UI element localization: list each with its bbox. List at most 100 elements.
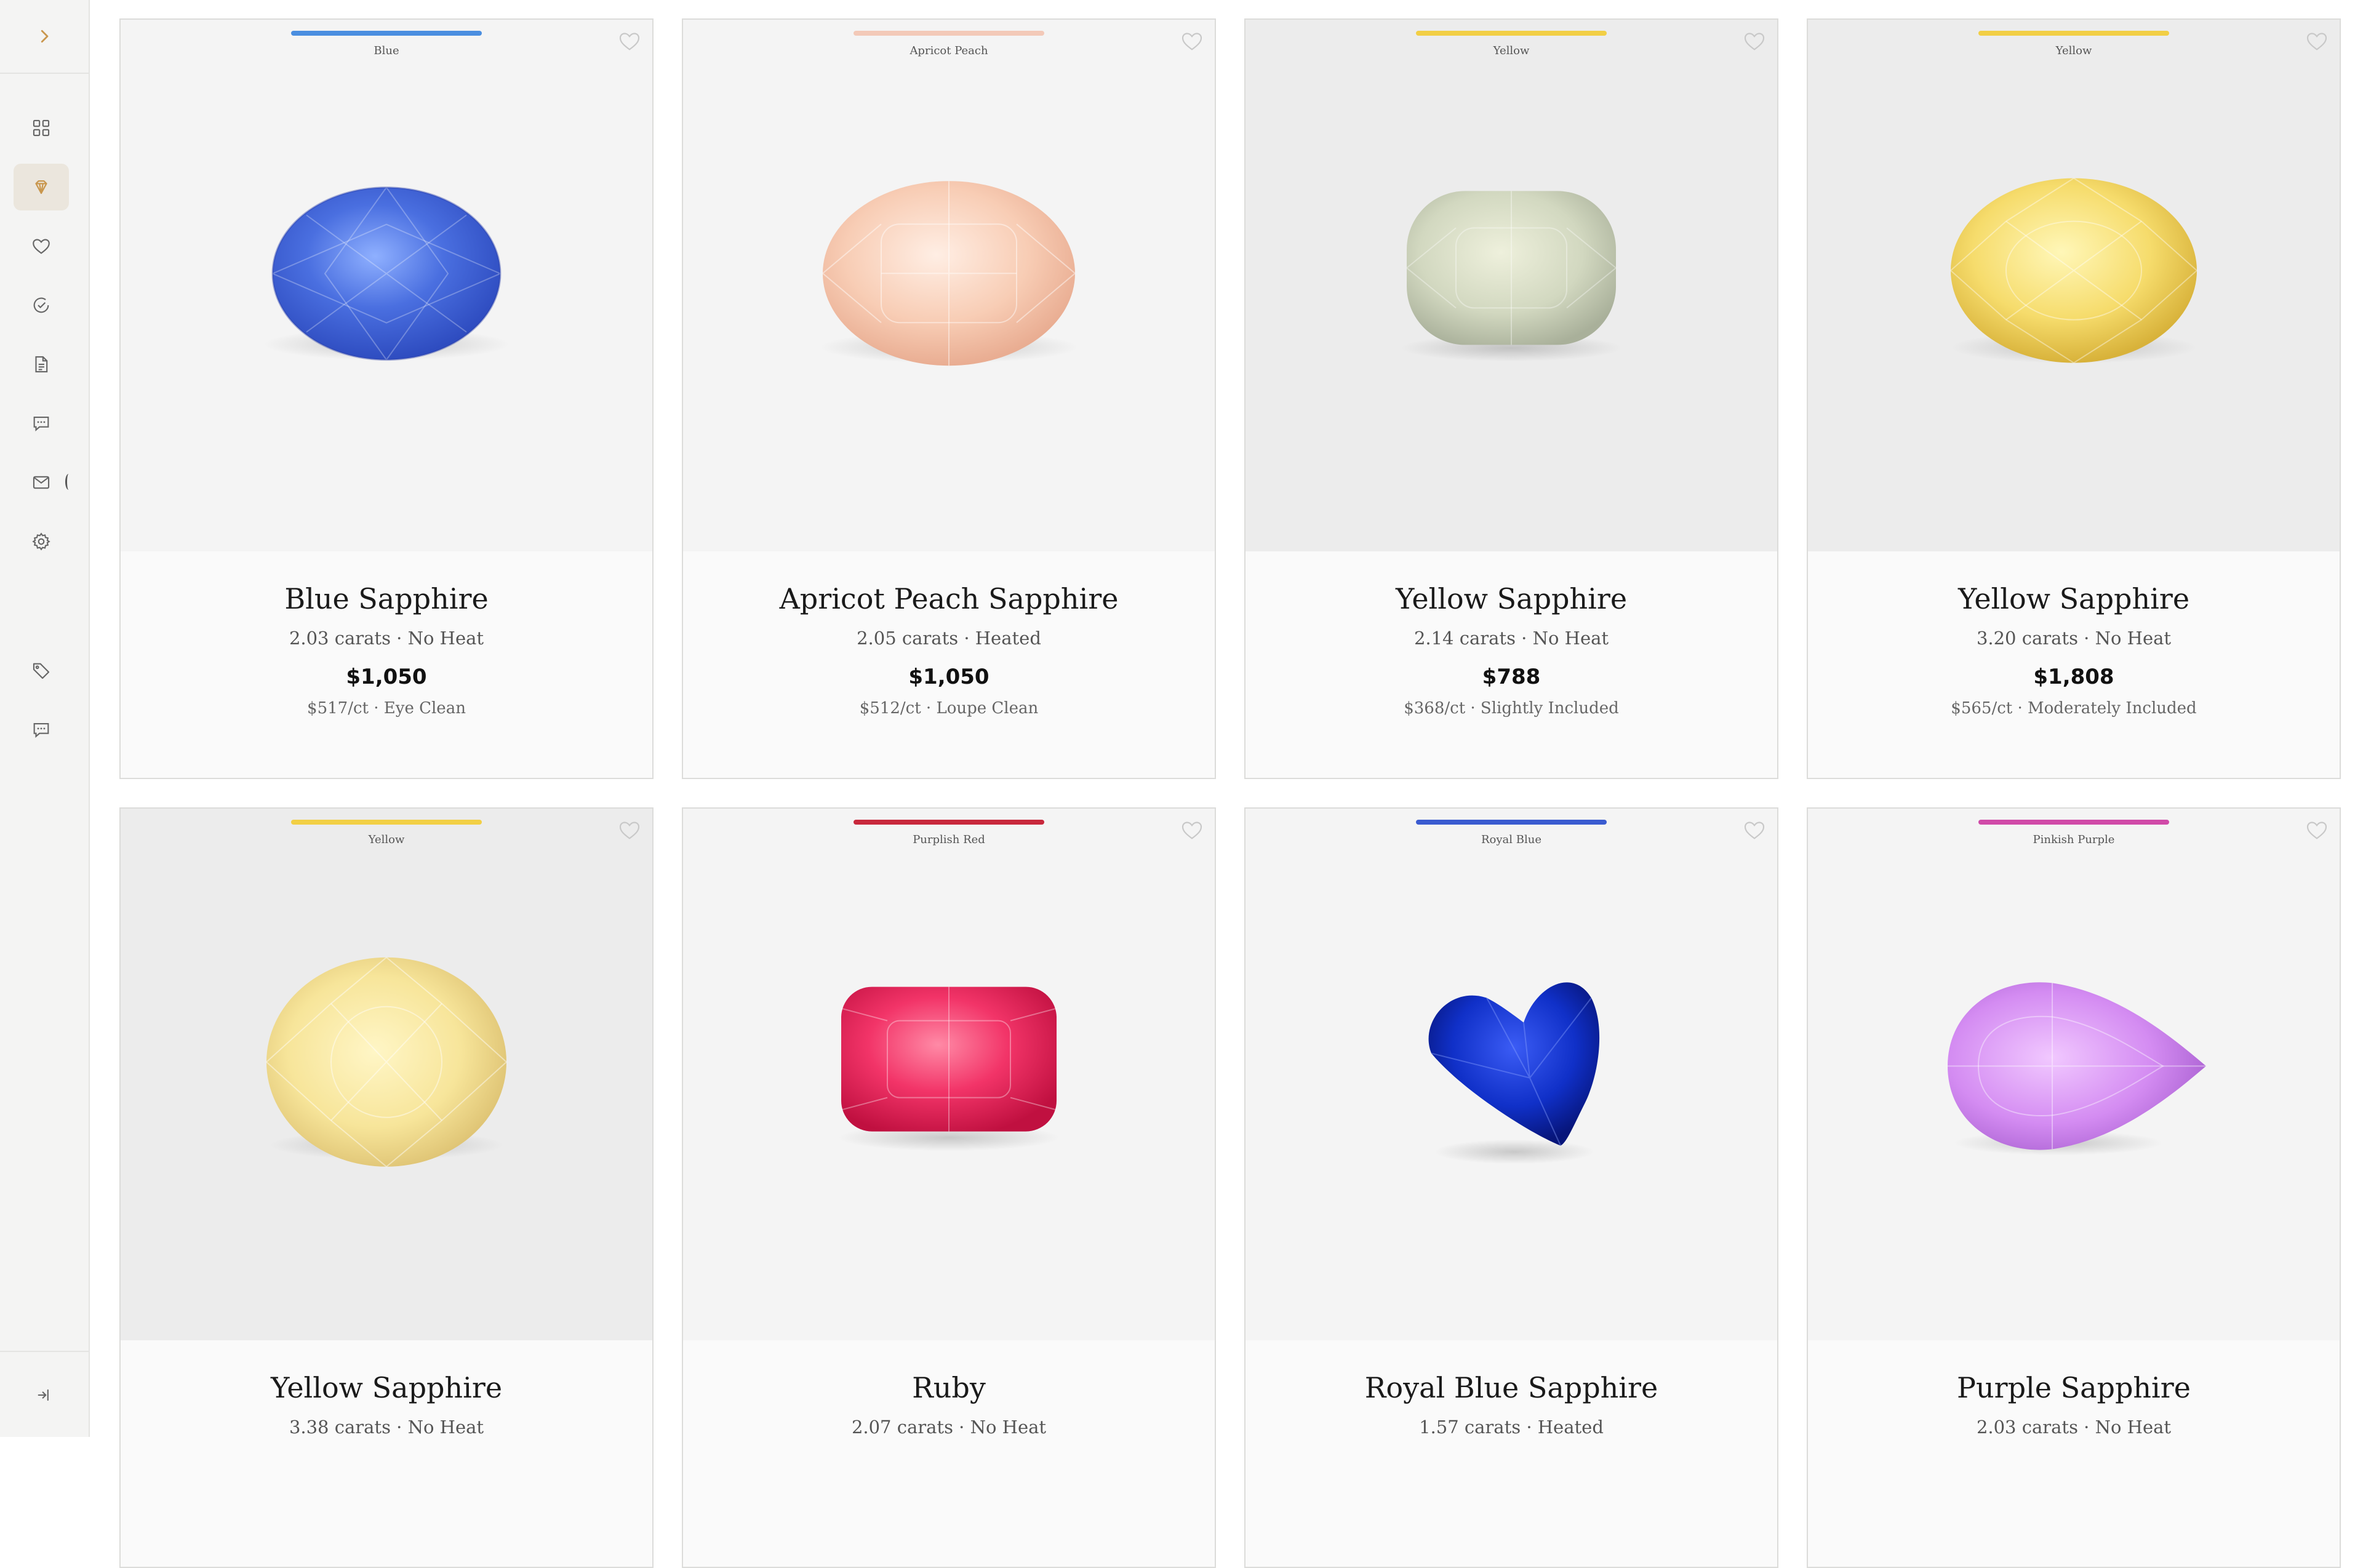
- favorite-button[interactable]: [617, 817, 642, 843]
- gem-info: Blue Sapphire 2.03 carats · No Heat $1,0…: [121, 551, 652, 778]
- chevron-right-icon: [41, 30, 49, 43]
- color-label: Royal Blue: [1481, 833, 1541, 846]
- sidebar-expand-button[interactable]: [0, 0, 89, 74]
- gem-price: $1,050: [908, 665, 990, 689]
- gem-image: [838, 986, 1060, 1151]
- gem-price: $1,808: [2033, 665, 2114, 689]
- heart-icon: [1744, 822, 1765, 839]
- heart-icon: [1182, 33, 1202, 50]
- sidebar-item-gems[interactable]: [14, 164, 69, 210]
- gem-info: Yellow Sapphire 3.38 carats · No Heat: [121, 1340, 652, 1567]
- color-label: Apricot Peach: [910, 44, 988, 57]
- gem-image: [820, 181, 1078, 366]
- logout-icon: [38, 1389, 49, 1401]
- gem-image-area[interactable]: Pinkish Purple: [1808, 809, 2340, 1340]
- color-indicator-bar: [854, 820, 1044, 825]
- sidebar-item-tags[interactable]: [14, 647, 69, 694]
- gem-title[interactable]: Ruby: [683, 1371, 1215, 1404]
- heart-icon: [2306, 822, 2327, 839]
- gem-image-area[interactable]: Apricot Peach: [683, 20, 1215, 551]
- gem-info: Purple Sapphire 2.03 carats · No Heat: [1808, 1340, 2340, 1567]
- color-label: Blue: [374, 44, 399, 57]
- heart-icon: [1182, 822, 1202, 839]
- gem-info: Yellow Sapphire 2.14 carats · No Heat $7…: [1245, 551, 1777, 778]
- favorite-button[interactable]: [617, 28, 642, 54]
- gem-image-area[interactable]: Yellow: [121, 809, 652, 1340]
- gem-image-area[interactable]: Blue: [121, 20, 652, 551]
- gem-image: [263, 186, 510, 361]
- gem-card[interactable]: Royal Blue Royal Blue Sapphire 1.57 cara…: [1244, 807, 1778, 1568]
- gem-card[interactable]: Yellow Yellow Sapphire 3.38 carats · No …: [119, 807, 654, 1568]
- gem-title[interactable]: Royal Blue Sapphire: [1245, 1371, 1777, 1404]
- color-indicator-bar: [291, 820, 482, 825]
- logout-button[interactable]: [0, 1351, 89, 1438]
- gem-specs: 2.03 carats · No Heat: [289, 628, 484, 649]
- gem-card[interactable]: Blue Blue Sapphire 2.03 carats · No Heat…: [119, 18, 654, 779]
- gem-price: $788: [1482, 665, 1541, 689]
- gem-image: [1401, 191, 1622, 362]
- gem-info: Apricot Peach Sapphire 2.05 carats · Hea…: [683, 551, 1215, 778]
- document-icon: [35, 356, 48, 373]
- heart-icon: [1744, 33, 1765, 50]
- check-circle-icon: [33, 297, 49, 313]
- gem-title[interactable]: Blue Sapphire: [121, 582, 652, 615]
- favorite-button[interactable]: [2304, 817, 2330, 843]
- chat-icon: [33, 723, 49, 738]
- gem-per-carat: $368/ct · Slightly Included: [1404, 699, 1619, 718]
- sidebar-item-mail[interactable]: [14, 459, 69, 506]
- gem-image-area[interactable]: Yellow: [1245, 20, 1777, 551]
- gem-per-carat: $512/ct · Loupe Clean: [859, 699, 1039, 718]
- gem-specs: 3.20 carats · No Heat: [1976, 628, 2172, 649]
- sidebar-item-support[interactable]: [14, 706, 69, 753]
- gem-image-area[interactable]: Royal Blue: [1245, 809, 1777, 1340]
- gem-icon: [35, 180, 47, 194]
- color-indicator-bar: [854, 31, 1044, 36]
- gem-title[interactable]: Yellow Sapphire: [121, 1371, 652, 1404]
- color-indicator-bar: [1416, 31, 1607, 36]
- favorite-button[interactable]: [2304, 28, 2330, 54]
- gem-card[interactable]: Yellow Yellow Sapphire 3.20 carats · No …: [1807, 18, 2341, 779]
- gem-title[interactable]: Yellow Sapphire: [1245, 582, 1777, 615]
- color-indicator-bar: [1978, 31, 2169, 36]
- gem-info: Yellow Sapphire 3.20 carats · No Heat $1…: [1808, 551, 2340, 778]
- favorite-button[interactable]: [1179, 28, 1205, 54]
- gem-specs: 2.14 carats · No Heat: [1413, 628, 1609, 649]
- gem-card[interactable]: Pinkish Purple Purple Sapphire 2.03 cara…: [1807, 807, 2341, 1568]
- gem-image: [1949, 177, 2198, 364]
- mail-icon: [33, 476, 50, 489]
- color-label: Pinkish Purple: [2033, 833, 2115, 846]
- gem-image: [1948, 982, 2206, 1156]
- gem-info: Royal Blue Sapphire 1.57 carats · Heated: [1245, 1340, 1777, 1567]
- gem-image: [1428, 982, 1600, 1164]
- gem-card[interactable]: Yellow Yellow Sapphire 2.14 carats · No …: [1244, 18, 1778, 779]
- sidebar-item-orders[interactable]: [14, 282, 69, 329]
- gem-per-carat: $517/ct · Eye Clean: [307, 699, 466, 718]
- color-label: Yellow: [1493, 44, 1530, 57]
- chat-icon: [33, 417, 49, 431]
- heart-icon: [2306, 33, 2327, 50]
- gem-image: [265, 956, 508, 1168]
- color-label: Yellow: [368, 833, 405, 846]
- favorite-button[interactable]: [1741, 817, 1767, 843]
- gem-specs: 3.38 carats · No Heat: [289, 1417, 484, 1438]
- sidebar: [0, 0, 90, 1437]
- gem-card[interactable]: Apricot Peach Apricot Peach Sapphire 2.0…: [682, 18, 1216, 779]
- gem-image-area[interactable]: Purplish Red: [683, 809, 1215, 1340]
- sidebar-item-dashboard[interactable]: [14, 105, 69, 151]
- gem-info: Ruby 2.07 carats · No Heat: [683, 1340, 1215, 1567]
- sidebar-item-documents[interactable]: [14, 341, 69, 388]
- gem-title[interactable]: Yellow Sapphire: [1808, 582, 2340, 615]
- favorite-button[interactable]: [1179, 817, 1205, 843]
- favorite-button[interactable]: [1741, 28, 1767, 54]
- gem-title[interactable]: Apricot Peach Sapphire: [683, 582, 1215, 615]
- gem-title[interactable]: Purple Sapphire: [1808, 1371, 2340, 1404]
- color-label: Purplish Red: [913, 833, 985, 846]
- gem-image-area[interactable]: Yellow: [1808, 20, 2340, 551]
- sidebar-item-favorites[interactable]: [14, 223, 69, 270]
- gem-per-carat: $565/ct · Moderately Included: [1951, 699, 2197, 718]
- color-indicator-bar: [1978, 820, 2169, 825]
- gem-specs: 2.05 carats · Heated: [857, 628, 1041, 649]
- sidebar-item-messages[interactable]: [14, 400, 69, 447]
- gem-card[interactable]: Purplish Red Ruby 2.07 carats · No Heat: [682, 807, 1216, 1568]
- sidebar-item-settings[interactable]: [14, 518, 69, 565]
